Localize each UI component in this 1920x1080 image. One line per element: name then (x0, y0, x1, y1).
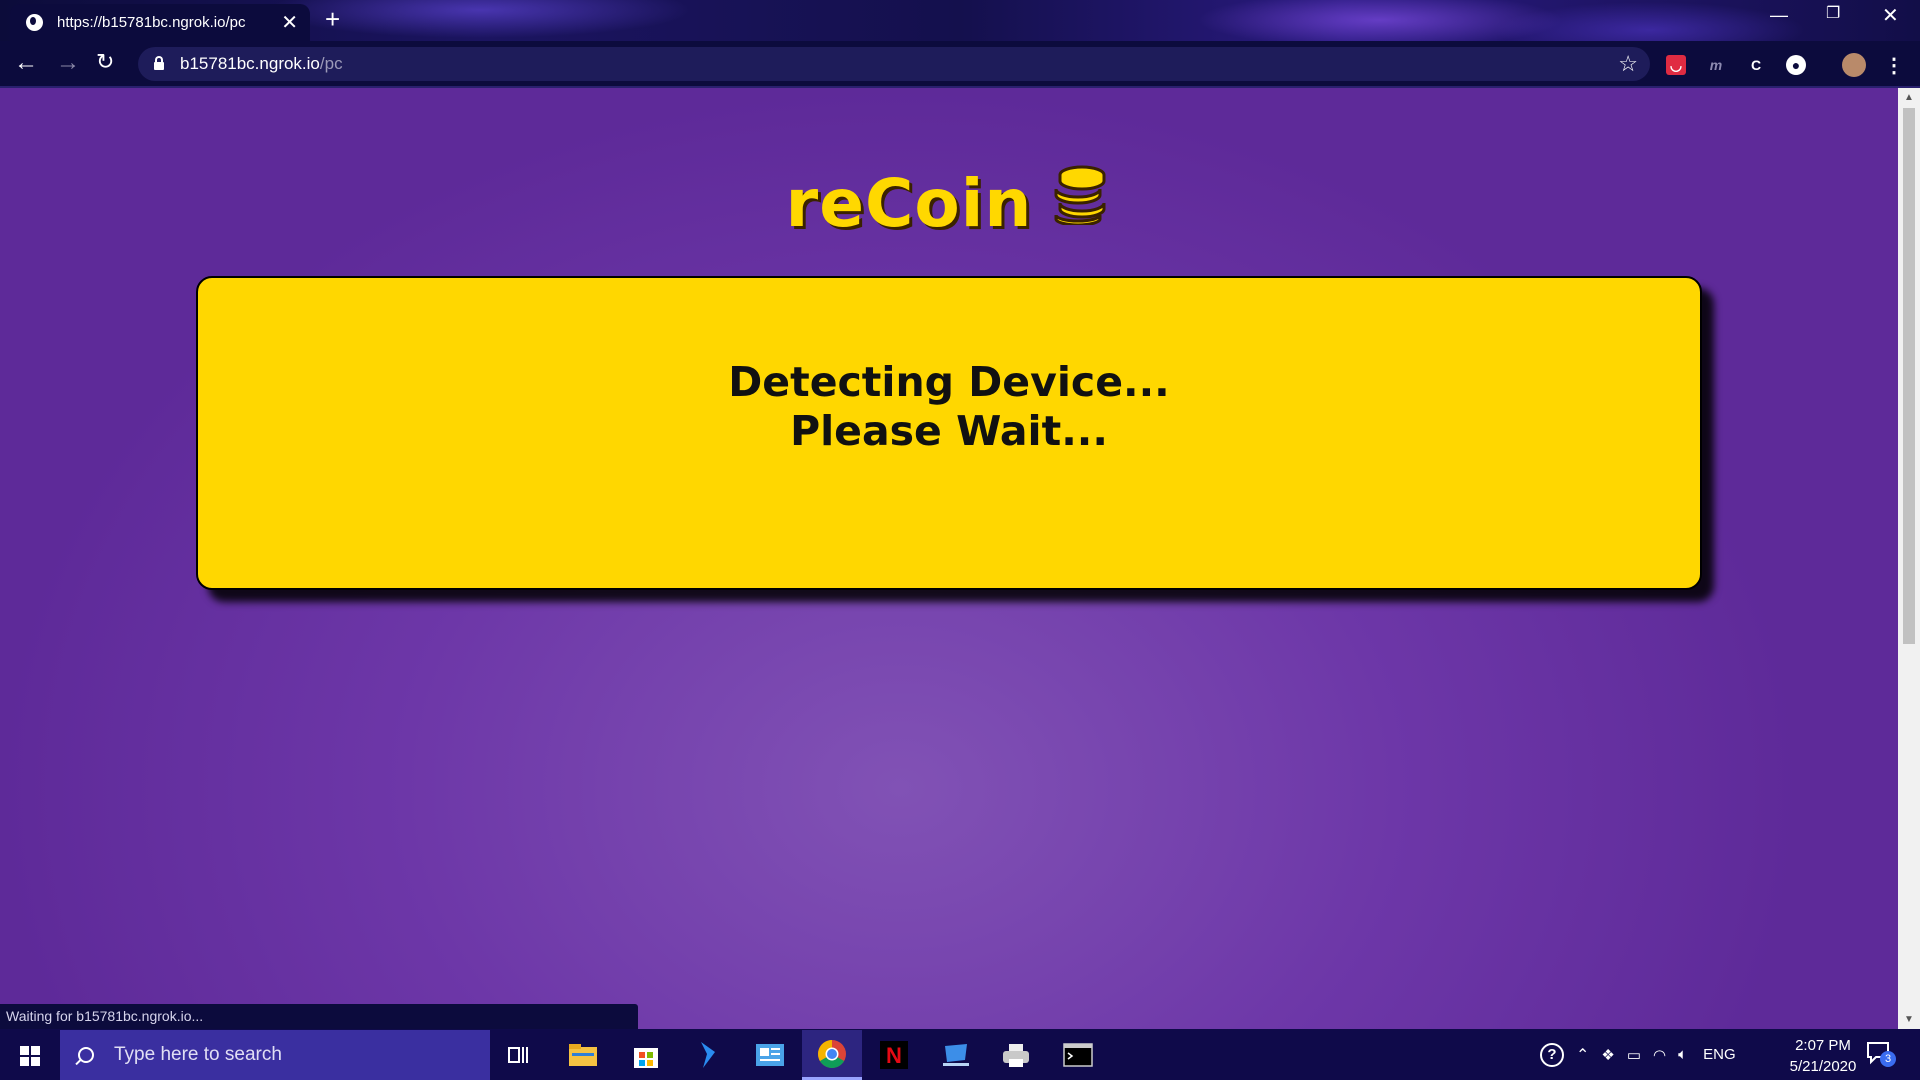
tab-close-icon[interactable]: ✕ (281, 13, 298, 33)
m-extension-icon[interactable]: m (1706, 55, 1726, 75)
netflix-icon[interactable]: N (864, 1030, 924, 1080)
visual-studio-icon[interactable] (678, 1030, 738, 1080)
battery-icon[interactable]: ▭ (1627, 1046, 1641, 1064)
back-button[interactable]: ← (14, 51, 38, 75)
clock-time: 2:07 PM (1795, 1037, 1851, 1054)
help-icon[interactable]: ? (1540, 1042, 1564, 1067)
message-line-1: Detecting Device... (728, 358, 1170, 406)
scroll-down-icon[interactable]: ▼ (1904, 1014, 1914, 1025)
url-host: b15781bc.ngrok.io (180, 54, 320, 73)
close-window-button[interactable]: ✕ (1882, 6, 1899, 26)
search-placeholder: Type here to search (114, 1044, 282, 1065)
coin-stack-icon (1050, 163, 1112, 241)
volume-icon[interactable]: 🔈︎ (1678, 1046, 1687, 1063)
avatar[interactable] (1842, 53, 1866, 77)
forward-button[interactable]: → (56, 51, 80, 75)
restore-button[interactable]: ❐ (1826, 6, 1840, 22)
dropbox-icon[interactable]: ❖ (1601, 1046, 1614, 1064)
browser-titlebar: https://b15781bc.ngrok.io/pc ✕ + — ❐ ✕ (0, 0, 1920, 41)
task-view-icon[interactable] (489, 1030, 549, 1080)
scrollbar-thumb[interactable] (1903, 108, 1915, 644)
c-extension-icon[interactable]: C (1746, 55, 1766, 75)
windows-taskbar: Type here to search N ? ⌃ ❖ ▭ ◠ 🔈︎ ENG 2… (0, 1029, 1920, 1080)
logo-text: reCoin (785, 165, 1033, 242)
tab-title: https://b15781bc.ngrok.io/pc (57, 14, 246, 31)
wifi-icon[interactable]: ◠ (1653, 1046, 1666, 1064)
minimize-button[interactable]: — (1770, 6, 1788, 24)
action-center-icon[interactable]: 3 (1866, 1041, 1896, 1067)
chrome-icon[interactable] (802, 1030, 862, 1080)
browser-toolbar: ← → ↻ b15781bc.ngrok.io/pc ☆ ◡ m C ● ⋮ (0, 41, 1920, 88)
status-bubble: Waiting for b15781bc.ngrok.io... (0, 1004, 638, 1029)
circle-extension-icon[interactable]: ● (1786, 55, 1806, 75)
scroll-up-icon[interactable]: ▲ (1904, 92, 1914, 103)
clock-date: 5/21/2020 (1789, 1058, 1857, 1075)
microsoft-store-icon[interactable] (616, 1030, 676, 1080)
page-viewport: reCoin Detecting Device... Please Wait..… (0, 88, 1898, 1029)
svg-text:N: N (886, 1043, 902, 1068)
remote-desktop-icon[interactable] (926, 1030, 986, 1080)
system-tray: ? ⌃ ❖ ▭ ◠ 🔈︎ ENG (1540, 1029, 1736, 1080)
browser-tab[interactable]: https://b15781bc.ngrok.io/pc ✕ (10, 4, 310, 41)
news-app-icon[interactable] (740, 1030, 800, 1080)
address-bar[interactable]: b15781bc.ngrok.io/pc ☆ (138, 47, 1650, 81)
terminal-icon[interactable] (1048, 1030, 1108, 1080)
search-icon (78, 1047, 94, 1063)
logo: reCoin (0, 165, 1898, 247)
file-explorer-icon[interactable] (553, 1030, 613, 1080)
new-tab-button[interactable]: + (325, 6, 340, 32)
windows-start-icon[interactable] (20, 1046, 40, 1066)
show-hidden-icons-icon[interactable]: ⌃ (1576, 1045, 1589, 1065)
page-scrollbar[interactable]: ▲ ▼ (1898, 88, 1920, 1029)
taskbar-clock[interactable]: 2:07 PM 5/21/2020 (1768, 1035, 1878, 1077)
printer-app-icon[interactable] (986, 1030, 1046, 1080)
notification-badge: 3 (1880, 1051, 1896, 1067)
pocket-extension-icon[interactable]: ◡ (1666, 55, 1686, 75)
globe-icon (26, 14, 43, 31)
detecting-device-card: Detecting Device... Please Wait... (196, 276, 1702, 590)
menu-kebab-icon[interactable]: ⋮ (1884, 55, 1904, 77)
lock-icon (154, 56, 164, 70)
url-path: /pc (319, 54, 343, 73)
message-line-2: Please Wait... (790, 407, 1108, 455)
bookmark-star-icon[interactable]: ☆ (1618, 51, 1638, 77)
language-indicator[interactable]: ENG (1703, 1046, 1736, 1063)
reload-button[interactable]: ↻ (96, 51, 114, 73)
taskbar-search-box[interactable]: Type here to search (60, 1030, 490, 1080)
